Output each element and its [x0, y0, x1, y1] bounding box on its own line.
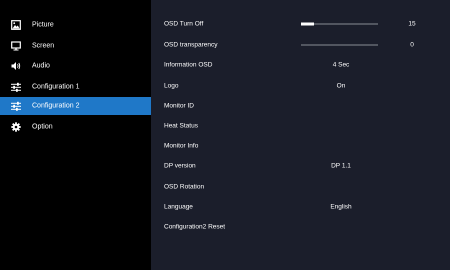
- setting-label: OSD Turn Off: [164, 20, 204, 28]
- setting-label: Heat Status: [164, 122, 198, 130]
- speaker-icon: [11, 62, 21, 70]
- sidebar-item-label: Screen: [32, 42, 55, 50]
- setting-value: 15: [408, 20, 416, 28]
- setting-label: DP version: [164, 162, 196, 170]
- sidebar-item-label: Picture: [32, 21, 54, 29]
- setting-value: DP 1.1: [331, 162, 351, 170]
- sidebar-item-label: Configuration 1: [32, 83, 80, 91]
- setting-row-information-osd[interactable]: Information OSD 4 Sec: [151, 55, 450, 75]
- setting-row-osd-rotation[interactable]: OSD Rotation: [151, 177, 450, 197]
- setting-label: Language: [164, 203, 193, 211]
- sidebar-item-configuration-1[interactable]: Configuration 1: [0, 78, 151, 96]
- setting-row-language[interactable]: Language English: [151, 197, 450, 217]
- osd-turn-off-slider[interactable]: [301, 22, 378, 26]
- setting-label: Logo: [164, 82, 179, 90]
- sidebar-item-configuration-2[interactable]: Configuration 2: [0, 97, 151, 115]
- setting-row-dp-version[interactable]: DP version DP 1.1: [151, 156, 450, 176]
- sliders-icon: [11, 82, 21, 92]
- osd-menu: Picture Screen Audio Configuration 1 Con…: [0, 0, 450, 270]
- sidebar-item-label: Audio: [32, 62, 50, 70]
- slider-fill: [301, 22, 315, 26]
- setting-row-configuration2-reset[interactable]: Configuration2 Reset: [151, 217, 450, 237]
- settings-panel: OSD Turn Off 15 OSD transparency 0 Infor…: [151, 0, 450, 270]
- setting-label: Configuration2 Reset: [164, 223, 226, 231]
- setting-row-heat-status[interactable]: Heat Status: [151, 116, 450, 136]
- setting-row-osd-transparency[interactable]: OSD transparency 0: [151, 35, 450, 55]
- setting-row-monitor-info[interactable]: Monitor Info: [151, 136, 450, 156]
- sliders-icon: [11, 101, 21, 111]
- setting-value: On: [336, 82, 346, 90]
- setting-label: Monitor ID: [164, 102, 194, 110]
- sidebar-item-audio[interactable]: Audio: [0, 57, 151, 75]
- osd-transparency-slider[interactable]: [301, 44, 378, 46]
- sidebar-item-label: Option: [32, 123, 53, 131]
- setting-value: 0: [410, 41, 414, 49]
- setting-row-logo[interactable]: Logo On: [151, 76, 450, 96]
- setting-row-osd-turn-off[interactable]: OSD Turn Off 15: [151, 14, 450, 34]
- setting-label: Information OSD: [164, 61, 213, 69]
- sidebar-item-label: Configuration 2: [32, 102, 80, 110]
- sidebar-item-option[interactable]: Option: [0, 118, 151, 136]
- setting-value: 4 Sec: [332, 61, 350, 69]
- setting-row-monitor-id[interactable]: Monitor ID: [151, 96, 450, 116]
- osd-sidebar: Picture Screen Audio Configuration 1 Con…: [0, 0, 151, 270]
- setting-value: English: [330, 203, 352, 211]
- gear-icon: [11, 122, 21, 132]
- sidebar-item-picture[interactable]: Picture: [0, 16, 151, 34]
- setting-label: Monitor Info: [164, 142, 199, 150]
- sidebar-item-screen[interactable]: Screen: [0, 37, 151, 55]
- monitor-icon: [11, 41, 21, 51]
- setting-label: OSD transparency: [164, 41, 218, 49]
- setting-label: OSD Rotation: [164, 183, 205, 191]
- picture-icon: [11, 20, 21, 30]
